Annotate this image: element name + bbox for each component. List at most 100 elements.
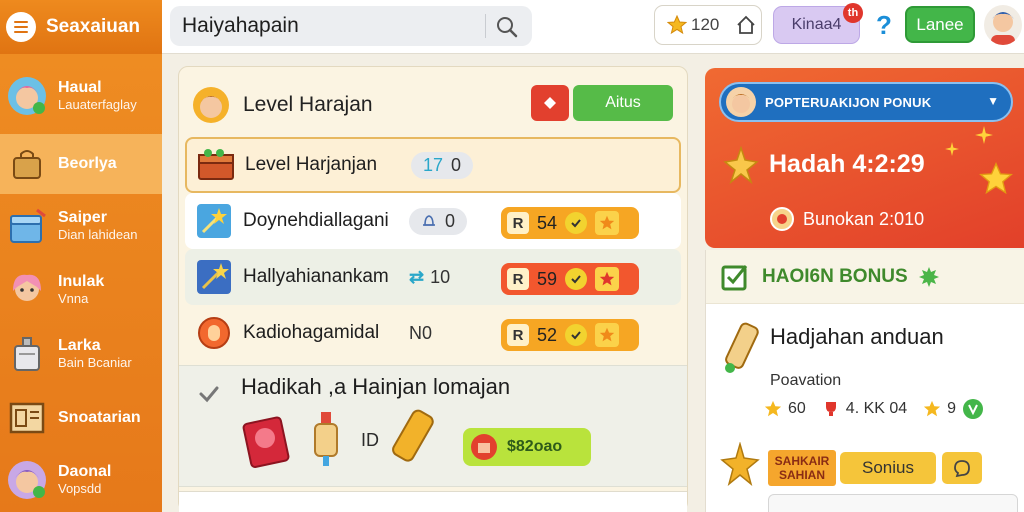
- search-divider: [485, 14, 486, 38]
- help-icon[interactable]: ?: [870, 8, 898, 42]
- sidebar-item-sub: Lauaterfaglay: [58, 96, 137, 112]
- check-icon: [565, 268, 588, 290]
- score-value: 54: [537, 212, 558, 233]
- row-label: Hallyahianankam: [243, 266, 389, 287]
- arrows-icon: ⇄: [409, 266, 425, 287]
- rocket-icon: [723, 146, 759, 185]
- notification-badge: th: [843, 3, 863, 23]
- sidebar-item-haual[interactable]: Haual Lauaterfaglay: [0, 66, 162, 126]
- sparkle-icon: [945, 142, 959, 156]
- bonus-title: Hadikah ,a Hainjan lomajan: [241, 374, 511, 399]
- list-item[interactable]: Hallyahianankam ⇄ 10 R 59: [185, 249, 681, 305]
- chat-button[interactable]: [942, 452, 982, 484]
- list-item[interactable]: Doynehdiallagani 0 R 54: [185, 193, 681, 249]
- search-bar: [170, 6, 532, 46]
- panel-title: Level Harajan: [243, 93, 373, 116]
- list-item[interactable]: Kadiohagamidal N0 R 52: [185, 305, 681, 361]
- check-icon[interactable]: [197, 382, 221, 406]
- stat-value: 9: [947, 400, 957, 417]
- claim-label: $82oao: [507, 438, 563, 455]
- row-label: Doynehdiallagani: [243, 210, 389, 231]
- diamond-button[interactable]: [531, 85, 569, 121]
- promo-dropdown[interactable]: POPTERUAKIJON PONUK ▼: [719, 82, 1013, 122]
- sidebar-item-label: Daonal: [58, 463, 112, 481]
- score-pill[interactable]: R 59: [501, 263, 639, 295]
- search-icon[interactable]: [496, 16, 518, 38]
- row-num-b: N0: [409, 322, 433, 343]
- sidebar-item-label: Beorlya: [58, 154, 117, 172]
- badge-icon: [770, 207, 794, 231]
- score-value: 52: [537, 324, 558, 345]
- rank-badge: R: [507, 324, 529, 346]
- row-counter: N0: [409, 323, 432, 344]
- board-icon: [6, 396, 48, 440]
- sparkle-icon: [975, 126, 993, 144]
- sidebar-item-label: Haual: [58, 79, 102, 97]
- rank-badge: R: [507, 212, 529, 234]
- panel-header: Level Harajan Aitus: [191, 77, 675, 133]
- sidebar-item-daonal[interactable]: Daonal Vopsdd: [0, 450, 162, 510]
- scroll-icon: [725, 322, 759, 373]
- star-icon: [720, 442, 760, 486]
- treasure-chest-icon: [195, 145, 237, 185]
- bonus-headline: Hadjahan anduan: [770, 324, 944, 349]
- kinga-button[interactable]: Kinaa4 th: [773, 3, 863, 44]
- next-row-stub: [179, 491, 687, 512]
- sidebar-item-beorlya[interactable]: Beorlya: [0, 134, 162, 194]
- user-avatar[interactable]: [984, 5, 1022, 45]
- sidebar-item-sub: Bain Bcaniar: [58, 354, 132, 370]
- star-icon: [595, 323, 620, 347]
- bonus-button[interactable]: Sonius: [840, 452, 936, 484]
- star-icon: [667, 15, 687, 35]
- bonus-card: Hadikah ,a Hainjan lomajan ID $82oao: [179, 365, 687, 487]
- star-icon: [764, 400, 782, 417]
- promo-label: POPTERUAKIJON PONUK: [765, 94, 932, 110]
- sidebar-item-snoatarian[interactable]: Snoatarian: [0, 388, 162, 448]
- character-icon: [193, 87, 229, 123]
- next-field-stub: [768, 494, 1018, 512]
- promo-sub: Bunokan 2:010: [769, 206, 924, 232]
- tag-line-1: SAHKAIR: [774, 453, 830, 468]
- star-icon: [979, 162, 1013, 195]
- magic-wand-icon: [193, 257, 235, 297]
- score-pill[interactable]: R 52: [501, 319, 639, 351]
- row-num-b: 0: [451, 154, 462, 175]
- character-icon: [6, 268, 48, 312]
- lance-button[interactable]: Lanee: [905, 6, 975, 43]
- sidebar-item-saiper[interactable]: Saiper Dian lahidean: [0, 196, 162, 256]
- coin-counter[interactable]: 120: [654, 5, 762, 45]
- wand-icon: [193, 201, 235, 241]
- claim-button[interactable]: $82oao: [463, 428, 591, 466]
- sidebar-item-label: Inulak: [58, 273, 105, 291]
- row-num-b: 10: [430, 266, 451, 287]
- bonus-stats: 60 4. KK 04 9: [764, 398, 984, 420]
- level-pill: 0: [409, 207, 468, 235]
- list-item[interactable]: Level Harjanjan 17 0: [185, 137, 681, 193]
- gift-box-icon: [242, 416, 290, 468]
- search-input[interactable]: [182, 14, 482, 38]
- sidebar-item-inulak[interactable]: Inulak Vnna: [0, 260, 162, 320]
- brand-header: Seaxaiuan: [0, 0, 162, 54]
- row-label: Level Harjanjan: [245, 154, 378, 175]
- sidebar-item-label: Larka: [58, 337, 101, 355]
- app-title: Seaxaiuan: [46, 16, 140, 37]
- top-bar: Seaxaiuan 120 Kinaa4 th ? Lanee: [0, 0, 1024, 54]
- home-icon[interactable]: [735, 14, 757, 36]
- container-icon: [6, 332, 48, 376]
- scroll-icon: [392, 409, 434, 462]
- row-num-a: 17: [423, 154, 444, 175]
- diamond-icon: [544, 97, 556, 109]
- sidebar-item-larka[interactable]: Larka Bain Bcaniar: [0, 324, 162, 384]
- row-counter: ⇄ 10: [409, 267, 450, 288]
- level-panel: Level Harajan Aitus Level Harjanjan 17 0…: [178, 66, 688, 512]
- bottle-icon: [314, 412, 338, 466]
- menu-icon[interactable]: [6, 12, 36, 42]
- score-pill[interactable]: R 54: [501, 207, 639, 239]
- gear-icon[interactable]: [918, 266, 940, 288]
- bonus-subtitle: Poavation: [770, 372, 842, 389]
- action-button[interactable]: Aitus: [573, 85, 673, 121]
- bonus-panel: HAOI6N BONUS Hadjahan anduan Poavation 6…: [705, 250, 1024, 512]
- shield-icon: [963, 399, 984, 419]
- checkbox-icon[interactable]: [720, 262, 750, 292]
- promo-sub-text: Bunokan 2:010: [803, 208, 925, 229]
